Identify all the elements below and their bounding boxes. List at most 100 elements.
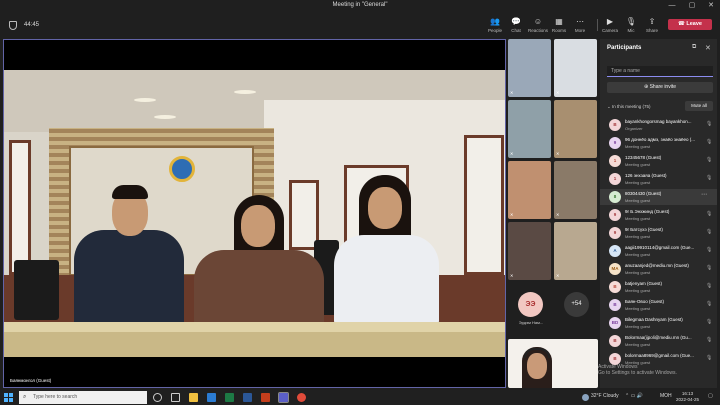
share-icon: ⇪ (648, 17, 656, 26)
leave-button[interactable]: ☎ Leave (668, 19, 712, 30)
participant-search-input[interactable]: Type a name (607, 66, 713, 77)
participant-row[interactable]: B Баян-Овоо (Guest) Meeting guest 🎙 (600, 297, 717, 313)
participant-name: aagii19910114@gmail.com (Gue... (625, 245, 695, 250)
participant-row[interactable]: MA anuzaanjed@mediu.mn (Guest) Meeting gue… (600, 261, 717, 277)
edge-icon[interactable] (207, 393, 216, 402)
windows-taskbar: ⌕ Type here to search 32°F Cloudy ⌃ ▭ 🔊 … (0, 390, 720, 405)
video-tile[interactable]: ✕ (554, 161, 597, 219)
language-indicator[interactable]: МОН (660, 393, 672, 399)
mic-off-icon[interactable]: 🎙 (706, 355, 712, 361)
video-tile[interactable]: ✕ (554, 222, 597, 280)
minimize-button[interactable]: — (665, 1, 679, 11)
avatar: B (609, 299, 621, 311)
video-gallery: ✕ ✕ ✕ ✕ ✕ ✕ ✕ ✕ ЭЭ Эрдэм Нам... +54 (508, 39, 598, 388)
emblem-logo (169, 156, 195, 182)
cortana-icon[interactable] (153, 393, 162, 402)
file-explorer-icon[interactable] (189, 393, 198, 402)
taskbar-clock[interactable]: 16:13 2022-04-25 (676, 391, 699, 403)
participant-row[interactable]: B Bolormaa(ijpoli@mediu.mn (Gu... Meeting … (600, 333, 717, 349)
mic-off-icon[interactable]: 🎙 (706, 121, 712, 127)
camera-icon: ▶ (606, 17, 614, 26)
mic-off-icon[interactable]: 🎙 (706, 139, 712, 145)
video-tile[interactable]: ✕ (508, 161, 551, 219)
video-tile[interactable]: ✕ (508, 39, 551, 97)
participant-row[interactable]: 9 9r Батсүхэ (Guest) Meeting guest 🎙 (600, 225, 717, 241)
video-tile[interactable]: ✕ (508, 222, 551, 280)
avatar: B (609, 281, 621, 293)
participant-name: Баян-Овоо (Guest) (625, 299, 664, 304)
participant-name: 126 энхзаяа (Guest) (625, 173, 667, 178)
word-icon[interactable] (243, 393, 252, 402)
tray-icons[interactable]: ⌃ ▭ 🔊 (625, 393, 643, 399)
avatar: B (609, 335, 621, 347)
self-view-video[interactable] (508, 339, 598, 388)
share-invite-button[interactable]: ⊕ Share invite (607, 82, 713, 93)
participant-row[interactable]: 9 96 доннёо адмэ, знаёо знаёео (... Meetin… (600, 135, 717, 151)
mic-off-icon[interactable]: 🎙 (706, 319, 712, 325)
participant-role: Meeting guest (625, 288, 651, 293)
mic-off-icon: ✕ (556, 212, 560, 217)
participant-row[interactable]: Bbayankhongorsmag bayankhon... Organizer 🎙 (600, 117, 717, 133)
more-options-icon[interactable]: ⋯ (701, 191, 707, 198)
reactions-button[interactable]: ☺ Reactions (527, 17, 549, 33)
participant-row[interactable]: 1 126 энхзаяа (Guest) Meeting guest 🎙 (600, 171, 717, 187)
participant-role: Meeting guest (625, 162, 651, 167)
mic-off-icon[interactable]: 🎙 (706, 337, 712, 343)
share-button[interactable]: ⇪ Share (641, 17, 663, 33)
notification-icon[interactable]: ▢ (708, 393, 713, 399)
participant-row[interactable]: 8 80304430 (Guest) Meeting guest ⋯ (600, 189, 717, 205)
mic-off-icon: ✕ (556, 273, 560, 278)
mic-off-icon[interactable]: 🎙 (706, 211, 712, 217)
chat-button[interactable]: 💬 Chat (505, 17, 527, 33)
chrome-icon[interactable] (297, 393, 306, 402)
weather-text[interactable]: 32°F Cloudy (591, 393, 619, 399)
close-panel-button[interactable]: ✕ (705, 44, 711, 52)
mic-off-icon[interactable]: 🎙 (706, 157, 712, 163)
people-button[interactable]: 👥 People (484, 17, 506, 33)
task-view-icon[interactable] (171, 393, 180, 402)
avatar: 9 (609, 209, 621, 221)
powerpoint-icon[interactable] (261, 393, 270, 402)
people-icon: 👥 (490, 17, 500, 26)
close-window-button[interactable]: ✕ (704, 1, 718, 11)
participant-row[interactable]: 1 12345678 (Guest) Meeting guest 🎙 (600, 153, 717, 169)
participant-name: 9r Батсүхэ (Guest) (625, 227, 663, 232)
popout-icon[interactable]: ⧉ (692, 44, 696, 51)
rooms-icon: ▦ (555, 17, 563, 26)
windows-start-icon[interactable] (4, 393, 13, 402)
mic-off-icon[interactable]: 🎙 (706, 265, 712, 271)
participant-row[interactable]: BD Bilegmaa Dashnyam (Guest) Meeting guest… (600, 315, 717, 331)
participant-role: Meeting guest (625, 216, 651, 221)
mic-off-icon[interactable]: 🎙 (706, 175, 712, 181)
mic-icon: 🎙 (625, 17, 637, 26)
participant-row[interactable]: Bbatjenyam (Guest) Meeting guest 🎙 (600, 279, 717, 295)
mute-all-button[interactable]: Mute all (685, 101, 713, 111)
taskbar-search-input[interactable]: ⌕ Type here to search (19, 391, 147, 404)
camera-button[interactable]: ▶ Camera (599, 17, 621, 33)
mic-off-icon[interactable]: 🎙 (706, 283, 712, 289)
in-meeting-header[interactable]: ⌄ In this meeting (75) (607, 104, 651, 110)
rooms-button[interactable]: ▦ Rooms (548, 17, 570, 33)
avatar: 1 (609, 173, 621, 185)
mic-off-icon[interactable]: 🎙 (706, 247, 712, 253)
participant-role: Meeting guest (625, 198, 651, 203)
more-button[interactable]: ⋯ More (569, 17, 591, 33)
mic-off-icon[interactable]: 🎙 (706, 301, 712, 307)
mic-off-icon[interactable]: 🎙 (706, 229, 712, 235)
participant-row[interactable]: 9 9r Б.Энхжинд (Guest) Meeting guest 🎙 (600, 207, 717, 223)
video-tile[interactable]: ✕ (554, 100, 597, 158)
teams-icon[interactable] (278, 392, 289, 403)
participant-row[interactable]: Aaagii19910114@gmail.com (Gue... Meeting … (600, 243, 717, 259)
participant-role: Organizer (625, 126, 643, 131)
video-tile[interactable]: ✕ (508, 100, 551, 158)
more-participants-button[interactable]: +54 (564, 292, 589, 317)
mic-off-icon: ✕ (556, 151, 560, 156)
excel-icon[interactable] (225, 393, 234, 402)
maximize-button[interactable]: ▢ (685, 1, 699, 11)
mic-button[interactable]: 🎙 Mic (620, 17, 642, 33)
meeting-toolbar: 44:45 👥 People 💬 Chat ☺ Reactions ▦ Room… (0, 13, 720, 37)
avatar[interactable]: ЭЭ (518, 292, 543, 317)
participant-role: Meeting guest (625, 252, 651, 257)
main-video-feed[interactable]: Баянмонгол (Guest) (3, 39, 506, 388)
video-tile[interactable]: ✕ (554, 39, 597, 97)
